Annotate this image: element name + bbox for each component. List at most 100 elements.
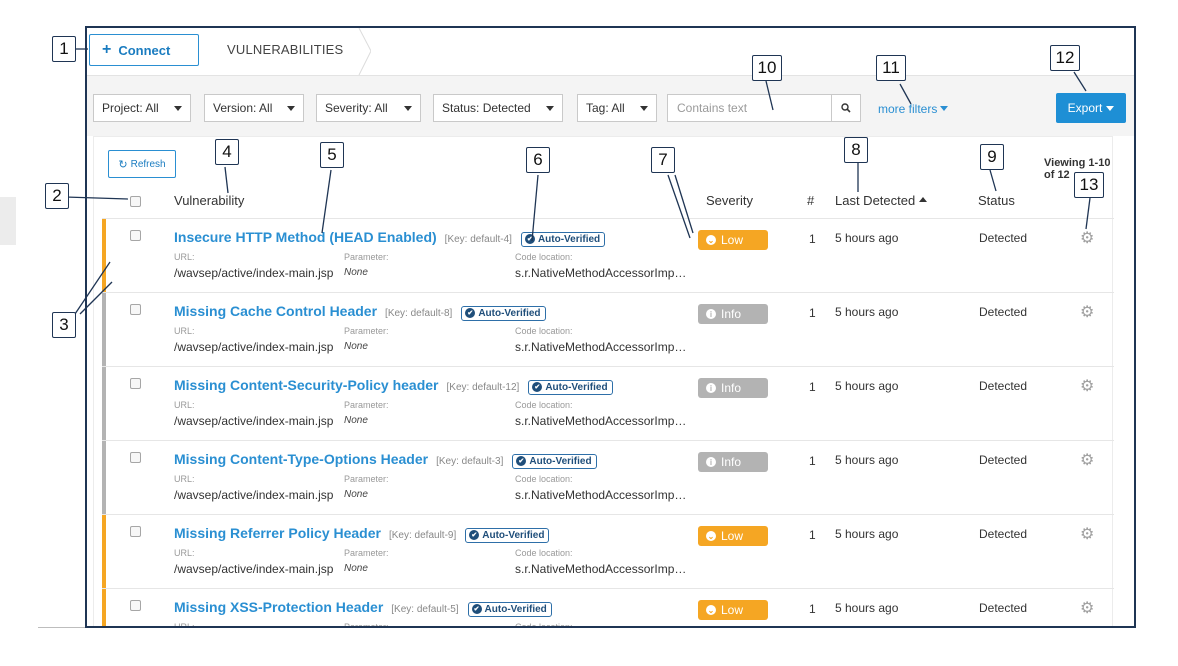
gear-icon[interactable]: ⚙	[1080, 379, 1094, 395]
vulnerability-key: [Key: default-3]	[436, 456, 504, 467]
url-label: URL:	[174, 474, 195, 484]
parameter-value: None	[344, 267, 368, 278]
code-location-label: Code location:	[515, 400, 573, 410]
table-row[interactable]: Insecure HTTP Method (HEAD Enabled) [Key:…	[102, 218, 1114, 292]
info-circle-icon: i	[706, 309, 716, 319]
parameter-label: Parameter:	[344, 548, 389, 558]
table-row[interactable]: Missing Content-Security-Policy header [K…	[102, 366, 1114, 440]
breadcrumb[interactable]: VULNERABILITIES	[199, 28, 371, 75]
auto-verified-badge: ✔ Auto-Verified	[528, 379, 613, 395]
tag-filter[interactable]: Tag: All	[577, 94, 657, 122]
export-button[interactable]: Export	[1056, 93, 1126, 123]
code-location-label: Code location:	[515, 326, 573, 336]
table-row[interactable]: Missing Referrer Policy Header [Key: defa…	[102, 514, 1114, 588]
vulnerability-link[interactable]: Insecure HTTP Method (HEAD Enabled)	[174, 229, 437, 245]
detection-count: 1	[809, 528, 816, 542]
severity-bar	[102, 293, 106, 366]
code-location-value: s.r.NativeMethodAccessorImp…	[515, 266, 687, 280]
detection-count: 1	[809, 232, 816, 246]
severity-bar	[102, 219, 106, 292]
vulnerability-title: Missing Referrer Policy Header [Key: defa…	[174, 525, 550, 543]
check-circle-icon: ✔	[516, 456, 527, 466]
status-value: Detected	[979, 379, 1028, 393]
severity-label: Low	[721, 233, 744, 247]
vulnerability-title: Missing Content-Type-Options Header [Key:…	[174, 451, 597, 469]
code-location-label: Code location:	[515, 622, 573, 628]
search-button[interactable]	[831, 94, 861, 122]
parameter-label: Parameter:	[344, 622, 389, 628]
code-location-value: s.r.NativeMethodAccessorImp…	[515, 340, 687, 354]
vulnerability-link[interactable]: Missing XSS-Protection Header	[174, 599, 383, 615]
severity-badge: i Info	[698, 378, 768, 398]
parameter-label: Parameter:	[344, 326, 389, 336]
gear-icon[interactable]: ⚙	[1080, 453, 1094, 469]
gear-icon[interactable]: ⚙	[1080, 601, 1094, 617]
auto-verified-badge: ✔ Auto-Verified	[465, 527, 550, 543]
last-detected-value: 5 hours ago	[835, 379, 899, 393]
chevron-down-icon	[174, 106, 182, 111]
project-filter[interactable]: Project: All	[93, 94, 191, 122]
row-checkbox[interactable]	[130, 304, 141, 315]
row-checkbox[interactable]	[130, 600, 141, 611]
version-filter[interactable]: Version: All	[204, 94, 304, 122]
chevron-down-icon	[940, 106, 949, 111]
status-filter[interactable]: Status: Detected	[433, 94, 563, 122]
severity-filter[interactable]: Severity: All	[316, 94, 421, 122]
last-detected-value: 5 hours ago	[835, 305, 899, 319]
severity-badge: ⌄ Low	[698, 600, 768, 620]
detection-count: 1	[809, 602, 816, 616]
detection-count: 1	[809, 380, 816, 394]
url-value: /wavsep/active/index-main.jsp	[174, 266, 334, 280]
sort-ascending-icon	[919, 197, 928, 202]
severity-filter-label: Severity: All	[325, 101, 388, 115]
vulnerability-link[interactable]: Missing Cache Control Header	[174, 303, 377, 319]
chevron-down-icon	[640, 106, 648, 111]
last-detected-value: 5 hours ago	[835, 601, 899, 615]
column-header-last-detected[interactable]: Last Detected	[835, 193, 928, 208]
column-header-severity[interactable]: Severity	[706, 193, 753, 208]
vulnerability-key: [Key: default-9]	[388, 530, 457, 541]
column-header-vulnerability[interactable]: Vulnerability	[174, 193, 244, 208]
column-header-status[interactable]: Status	[978, 193, 1015, 208]
more-filters-link[interactable]: more filters	[878, 102, 949, 116]
severity-bar	[102, 367, 106, 440]
auto-verified-label: Auto-Verified	[478, 307, 541, 319]
gear-icon[interactable]: ⚙	[1080, 527, 1094, 543]
vulnerability-link[interactable]: Missing Content-Type-Options Header	[174, 451, 428, 467]
select-all-checkbox[interactable]	[130, 196, 141, 207]
gear-icon[interactable]: ⚙	[1080, 305, 1094, 321]
refresh-button[interactable]: ↻ Refresh	[108, 150, 176, 178]
vulnerability-title: Insecure HTTP Method (HEAD Enabled) [Key:…	[174, 229, 606, 247]
search-icon	[841, 103, 851, 113]
row-checkbox[interactable]	[130, 378, 141, 389]
breadcrumb-label: VULNERABILITIES	[227, 42, 344, 57]
callout-9: 9	[980, 144, 1004, 170]
connect-button[interactable]: + Connect	[89, 34, 199, 66]
code-location-label: Code location:	[515, 474, 573, 484]
chevron-down-icon	[1106, 105, 1115, 111]
refresh-icon: ↻	[118, 158, 128, 171]
gear-icon[interactable]: ⚙	[1080, 231, 1094, 247]
table-row[interactable]: Missing XSS-Protection Header [Key: defau…	[102, 588, 1114, 628]
url-value: /wavsep/active/index-main.jsp	[174, 562, 334, 576]
vulnerability-key: [Key: default-5]	[391, 604, 459, 615]
check-circle-icon: ✔	[532, 382, 543, 392]
last-detected-label: Last Detected	[835, 193, 916, 208]
url-label: URL:	[174, 326, 195, 336]
row-checkbox[interactable]	[130, 230, 141, 241]
vulnerability-link[interactable]: Missing Content-Security-Policy header	[174, 377, 439, 393]
vulnerability-link[interactable]: Missing Referrer Policy Header	[174, 525, 381, 541]
column-header-count[interactable]: #	[807, 193, 814, 208]
auto-verified-label: Auto-Verified	[529, 455, 592, 467]
parameter-label: Parameter:	[344, 252, 389, 262]
url-label: URL:	[174, 400, 195, 410]
row-checkbox[interactable]	[130, 526, 141, 537]
table-row[interactable]: Missing Content-Type-Options Header [Key:…	[102, 440, 1114, 514]
auto-verified-label: Auto-Verified	[484, 603, 547, 615]
version-filter-label: Version: All	[213, 101, 273, 115]
table-row[interactable]: Missing Cache Control Header [Key: defaul…	[102, 292, 1114, 366]
vulnerability-key: [Key: default-8]	[385, 308, 453, 319]
code-location-value: s.r.NativeMethodAccessorImp…	[515, 562, 687, 576]
url-value: /wavsep/active/index-main.jsp	[174, 414, 334, 428]
row-checkbox[interactable]	[130, 452, 141, 463]
